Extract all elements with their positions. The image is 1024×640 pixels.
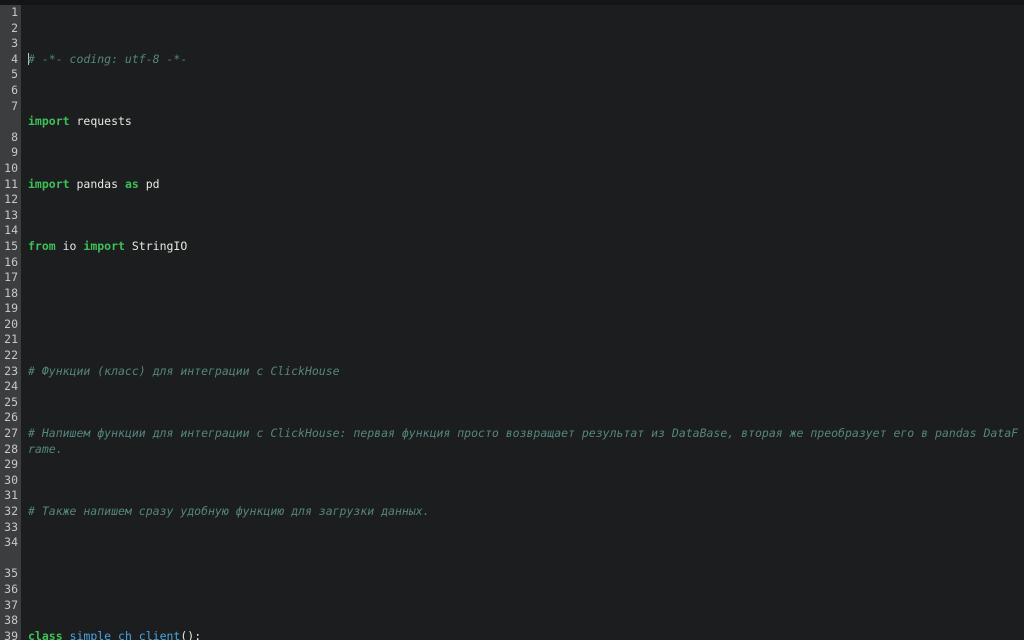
code-token-comment: # Функции (класс) для интеграции с Click… (28, 363, 340, 378)
line-number: 35 (4, 566, 18, 581)
line-number: 23 (4, 363, 18, 378)
code-token-plain: StringIO (124, 238, 188, 253)
line-number: 14 (4, 223, 18, 238)
line-number: 17 (4, 270, 18, 285)
code-token-plain: pandas (69, 176, 125, 191)
code-token-plain: requests (69, 114, 132, 129)
editor-body: 1 2 3 4 5 6 7 ​ 8 9 10 11 12 13 14 15 16… (0, 5, 1024, 640)
line-number: 10 (4, 160, 18, 175)
code-token-keyword: from (28, 238, 56, 253)
code-line-7[interactable]: # Напишем функции для интеграции с Click… (28, 426, 1024, 457)
line-number: 6 (11, 82, 18, 97)
code-token-keyword: import (83, 238, 125, 253)
line-number: 25 (4, 394, 18, 409)
line-number: 34 (4, 535, 18, 550)
code-line-4[interactable]: from io import StringIO (28, 239, 1024, 255)
line-number: 8 (11, 129, 18, 144)
line-number: 19 (4, 301, 18, 316)
line-number: 13 (4, 207, 18, 222)
line-number: 16 (4, 254, 18, 269)
line-number: 32 (4, 504, 18, 518)
code-line-2[interactable]: import requests (28, 114, 1024, 130)
line-number-gutter[interactable]: 1 2 3 4 5 6 7 ​ 8 9 10 11 12 13 14 15 16… (0, 5, 21, 640)
line-number: 2 (11, 20, 18, 35)
code-line-1[interactable]: # -*- coding: utf-8 -*- (28, 52, 1024, 68)
code-line-5[interactable] (28, 301, 1024, 317)
code-token-keyword: import (28, 176, 70, 191)
line-number: 33 (4, 519, 18, 534)
line-number: 26 (4, 410, 18, 425)
code-content[interactable]: # -*- coding: utf-8 -*- import requests … (25, 5, 1024, 640)
line-number: 11 (4, 176, 18, 191)
line-number: 36 (4, 581, 18, 596)
line-number: 28 (4, 441, 18, 456)
code-token-comment: # Напишем функции для интеграции с Click… (28, 426, 1019, 456)
line-number: ​ (0, 114, 18, 130)
line-number: 39 (4, 628, 18, 640)
line-number: 24 (4, 379, 18, 394)
line-number: 20 (4, 316, 18, 331)
line-number: 5 (11, 67, 18, 82)
line-number: 27 (4, 426, 18, 441)
line-number: ​ (0, 551, 18, 567)
code-token-plain: (): (180, 628, 202, 640)
line-number: 7 (11, 98, 18, 113)
line-number: 31 (4, 488, 18, 503)
line-number: 3 (11, 36, 18, 51)
code-token-plain: io (55, 238, 84, 253)
code-line-9[interactable] (28, 566, 1024, 582)
code-token-keyword: class (28, 628, 63, 640)
line-number: 22 (4, 348, 18, 363)
line-number: 15 (4, 238, 18, 253)
line-number: 12 (4, 192, 18, 207)
code-line-10[interactable]: class simple_ch_client(): (28, 629, 1024, 640)
code-token-keyword: import (28, 114, 70, 129)
line-number: 37 (4, 597, 18, 612)
line-number: 1 (11, 5, 18, 19)
line-number: 4 (11, 51, 18, 66)
code-token-class-name: simple_ch_client (69, 628, 181, 640)
line-number: 18 (4, 285, 18, 300)
code-token-plain: pd (138, 176, 160, 191)
line-number: 21 (4, 332, 18, 347)
line-number: 9 (11, 145, 18, 160)
line-number: 38 (4, 613, 18, 628)
code-token-keyword: as (124, 176, 139, 191)
code-editor[interactable]: 1 2 3 4 5 6 7 ​ 8 9 10 11 12 13 14 15 16… (0, 0, 1024, 640)
code-line-3[interactable]: import pandas as pd (28, 177, 1024, 193)
code-token-comment: # -*- coding: utf-8 -*- (28, 51, 188, 66)
code-token-comment: # Также напишем сразу удобную функцию дл… (28, 504, 430, 518)
code-line-8[interactable]: # Также напишем сразу удобную функцию дл… (28, 504, 1024, 520)
code-line-6[interactable]: # Функции (класс) для интеграции с Click… (28, 364, 1024, 380)
line-number: 30 (4, 472, 18, 487)
line-number: 29 (4, 457, 18, 472)
